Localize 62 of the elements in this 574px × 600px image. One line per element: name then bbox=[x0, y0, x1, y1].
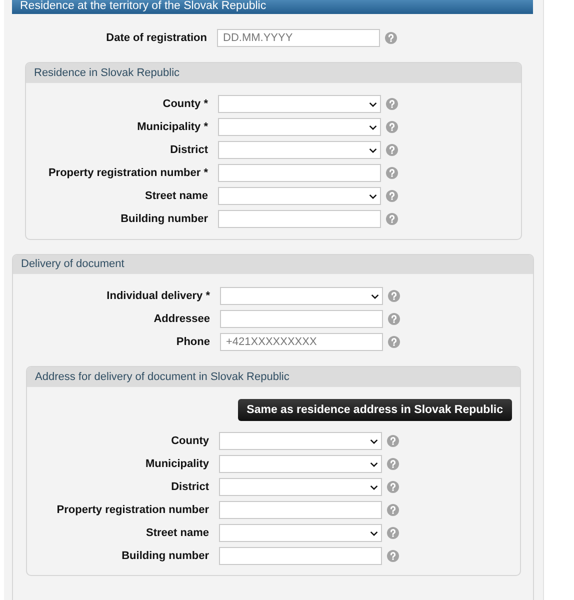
help-icon[interactable] bbox=[386, 121, 398, 133]
help-icon[interactable] bbox=[387, 481, 399, 493]
field-label: Municipality bbox=[144, 458, 209, 470]
help-icon[interactable] bbox=[387, 435, 399, 447]
field-label: District bbox=[170, 481, 209, 493]
help-icon[interactable] bbox=[386, 167, 398, 179]
input-field[interactable]: DD.MM.YYYY bbox=[217, 29, 380, 47]
section-header: Residence in Slovak Republic bbox=[26, 63, 521, 83]
caret-icon bbox=[369, 148, 377, 152]
dropdown[interactable] bbox=[219, 478, 382, 496]
field-label: Individual delivery * bbox=[106, 290, 210, 302]
field-label: Property registration number * bbox=[47, 167, 208, 179]
help-icon[interactable] bbox=[385, 32, 397, 44]
help-icon[interactable] bbox=[388, 290, 400, 302]
field-label: Municipality * bbox=[136, 121, 208, 133]
caret-icon bbox=[371, 294, 379, 298]
input-field[interactable] bbox=[218, 210, 381, 228]
field-label: Building number bbox=[120, 550, 209, 562]
help-icon[interactable] bbox=[386, 190, 398, 202]
help-icon[interactable] bbox=[387, 504, 399, 516]
caret-icon bbox=[369, 194, 377, 198]
input-field[interactable] bbox=[219, 501, 382, 519]
help-icon[interactable] bbox=[386, 213, 398, 225]
help-icon[interactable] bbox=[388, 336, 400, 348]
page-title: Residence at the territory of the Slovak Republic bbox=[12, 0, 533, 14]
help-icon[interactable] bbox=[386, 144, 398, 156]
field-label: Property registration number bbox=[56, 504, 209, 516]
dropdown[interactable] bbox=[219, 432, 382, 450]
help-icon[interactable] bbox=[388, 313, 400, 325]
field-label: Street name bbox=[145, 527, 209, 539]
field-label: Addressee bbox=[152, 313, 210, 325]
input-field[interactable] bbox=[220, 310, 383, 328]
section-header: Address for delivery of document in Slovak Republic bbox=[27, 367, 520, 387]
dropdown[interactable] bbox=[218, 118, 381, 136]
same-address-button[interactable]: Same as residence address in Slovak Republic bbox=[238, 399, 512, 421]
dropdown[interactable] bbox=[219, 455, 382, 473]
field-label: Street name bbox=[144, 190, 208, 202]
caret-icon bbox=[370, 530, 378, 536]
help-icon[interactable] bbox=[387, 550, 399, 562]
dropdown[interactable] bbox=[218, 187, 381, 205]
input-field[interactable] bbox=[218, 164, 381, 182]
help-icon[interactable] bbox=[387, 527, 399, 539]
field-label: County bbox=[170, 435, 209, 447]
help-icon[interactable] bbox=[387, 458, 399, 470]
field-label: County * bbox=[162, 98, 208, 110]
caret-icon bbox=[370, 438, 378, 444]
dropdown[interactable] bbox=[220, 287, 383, 305]
field-label: Date of registration bbox=[105, 32, 207, 44]
help-icon[interactable] bbox=[386, 98, 398, 110]
caret-icon bbox=[370, 462, 378, 466]
caret-icon bbox=[369, 124, 377, 130]
dropdown[interactable] bbox=[219, 524, 382, 542]
field-label: Building number bbox=[120, 213, 208, 225]
field-label: Phone bbox=[175, 336, 210, 348]
caret-icon bbox=[370, 484, 378, 490]
field-label: District bbox=[169, 144, 208, 156]
input-field[interactable] bbox=[219, 547, 382, 565]
input-field[interactable]: +421XXXXXXXXX bbox=[220, 333, 383, 351]
dropdown[interactable] bbox=[218, 141, 381, 159]
dropdown[interactable] bbox=[218, 95, 381, 113]
caret-icon bbox=[369, 102, 377, 106]
section-header: Delivery of document bbox=[13, 255, 533, 274]
